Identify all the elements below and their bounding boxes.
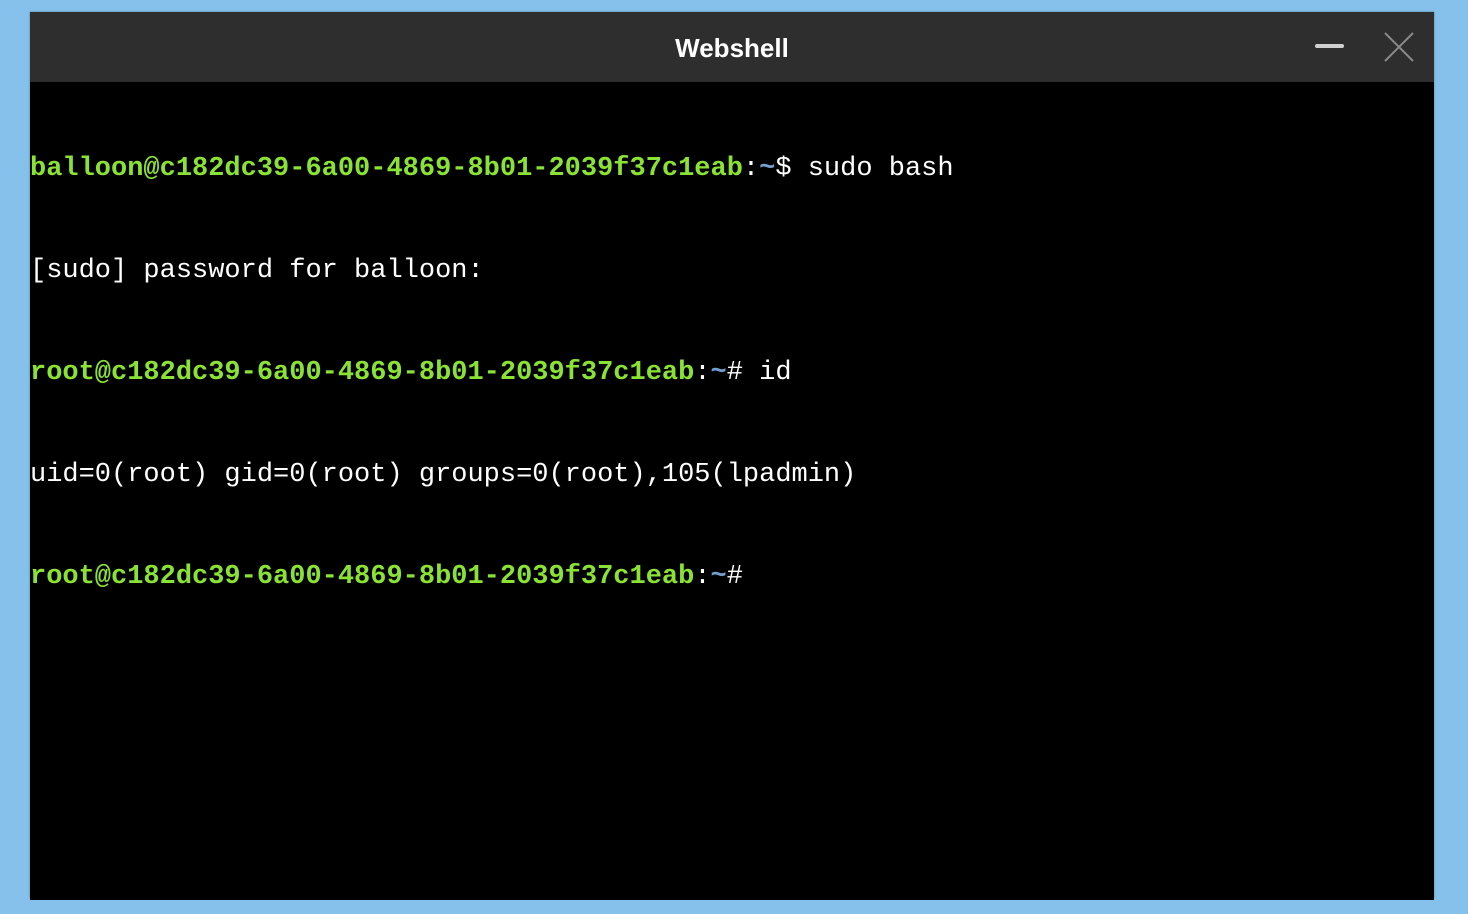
webshell-window: Webshell balloon@c182dc39-6a00-4869-8b01… <box>30 12 1434 900</box>
terminal-line-output: uid=0(root) gid=0(root) groups=0(root),1… <box>30 460 857 490</box>
close-icon[interactable] <box>1382 30 1416 64</box>
prompt-separator: : <box>742 154 760 184</box>
prompt-path: ~ <box>710 358 727 388</box>
terminal-line-prompt: balloon@c182dc39-6a00-4869-8b01-2039f37c… <box>30 152 1434 186</box>
prompt-symbol: # <box>726 358 760 388</box>
prompt-separator: : <box>694 562 711 592</box>
terminal-line-prompt: root@c182dc39-6a00-4869-8b01-2039f37c1ea… <box>30 356 1434 390</box>
prompt-user-host: balloon@c182dc39-6a00-4869-8b01-2039f37c… <box>30 154 743 184</box>
title-bar[interactable]: Webshell <box>30 12 1434 82</box>
terminal-line-output: [sudo] password for balloon: <box>30 256 484 286</box>
command-text: sudo bash <box>807 154 954 184</box>
prompt-symbol: $ <box>775 154 808 184</box>
prompt-symbol: # <box>726 562 743 592</box>
prompt-path: ~ <box>759 154 776 184</box>
minimize-icon[interactable] <box>1312 30 1346 64</box>
prompt-path: ~ <box>710 562 727 592</box>
terminal-output[interactable]: balloon@c182dc39-6a00-4869-8b01-2039f37c… <box>30 82 1434 900</box>
terminal-line-prompt: root@c182dc39-6a00-4869-8b01-2039f37c1ea… <box>30 560 1434 594</box>
prompt-separator: : <box>694 358 711 388</box>
command-text: id <box>759 358 792 388</box>
window-title: Webshell <box>675 33 789 63</box>
prompt-user-host: root@c182dc39-6a00-4869-8b01-2039f37c1ea… <box>30 562 695 592</box>
prompt-user-host: root@c182dc39-6a00-4869-8b01-2039f37c1ea… <box>30 358 695 388</box>
